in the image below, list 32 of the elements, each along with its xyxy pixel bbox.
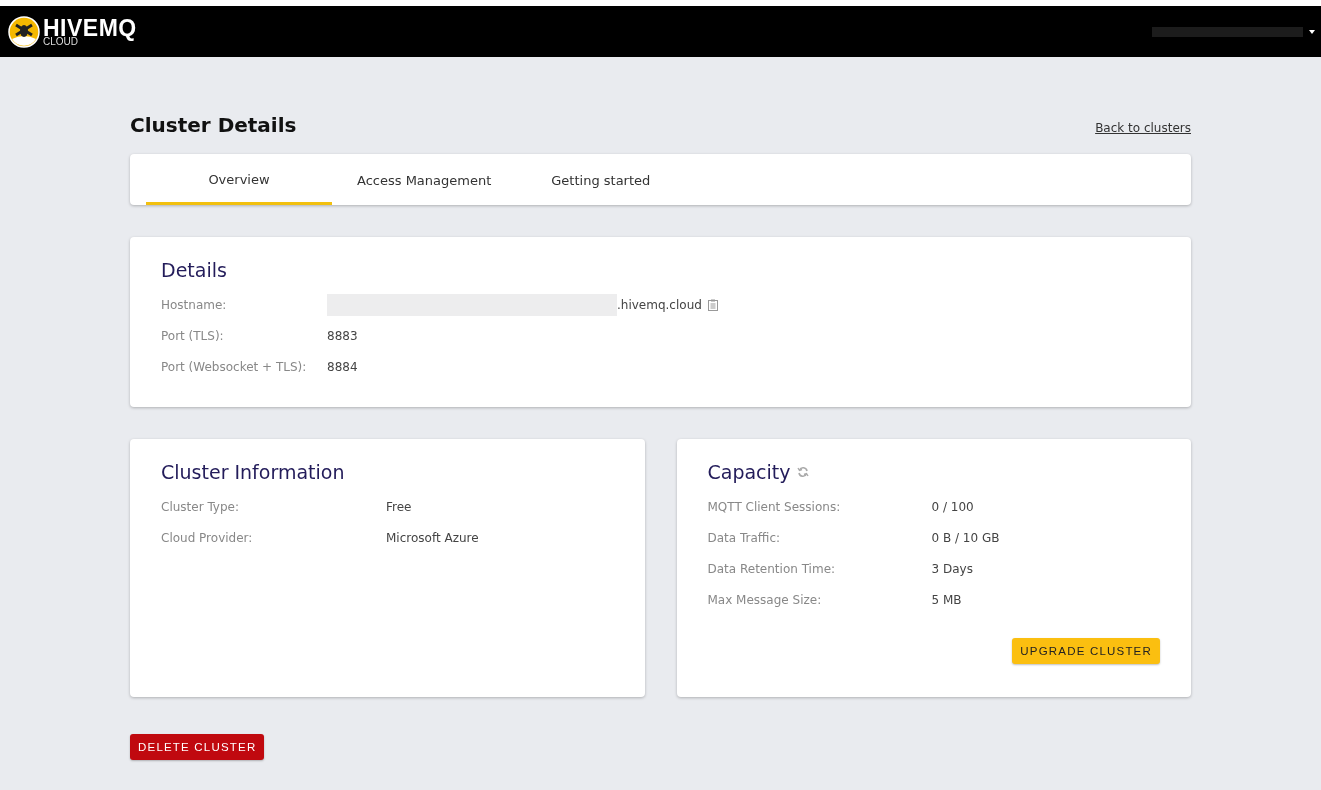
detail-value: 8884	[327, 359, 359, 374]
bee-logo-icon	[8, 15, 40, 48]
tab[interactable]: Access Management	[332, 154, 527, 205]
detail-value: 8883	[327, 328, 359, 343]
page-title: Cluster Details	[130, 113, 297, 137]
info-value: Free	[386, 499, 413, 514]
detail-label: Port (Websocket + TLS):	[161, 359, 308, 374]
capacity-value: 3 Days	[931, 561, 974, 576]
capacity-label: Data Retention Time:	[707, 561, 837, 576]
info-label: Cluster Type:	[161, 499, 240, 514]
capacity-value: 0 / 100	[931, 499, 975, 514]
capacity-value: 5 MB	[931, 592, 963, 607]
card-title: Cluster Information	[161, 461, 346, 483]
detail-label: Hostname:	[161, 297, 228, 312]
card-title: Details	[161, 259, 228, 281]
tab[interactable]: Overview	[146, 154, 332, 205]
delete-cluster-button[interactable]: DELETE CLUSTER	[130, 734, 265, 760]
capacity-label: Data Traffic:	[707, 530, 782, 545]
info-value: Microsoft Azure	[386, 530, 480, 545]
back-link[interactable]: Back to clusters	[1095, 121, 1191, 135]
clipboard-icon[interactable]	[707, 298, 718, 311]
capacity-label: MQTT Client Sessions:	[707, 499, 842, 514]
hostname-suffix: .hivemq.cloud	[617, 297, 702, 312]
upgrade-cluster-button[interactable]: UPGRADE CLUSTER	[1012, 638, 1160, 664]
card-title: Capacity	[707, 461, 791, 483]
tab[interactable]: Getting started	[526, 154, 686, 205]
refresh-icon[interactable]	[796, 466, 809, 478]
capacity-label: Max Message Size:	[707, 592, 823, 607]
caret-icon[interactable]	[1309, 29, 1315, 34]
capacity-value: 0 B / 10 GB	[931, 530, 1001, 545]
detail-label: Port (TLS):	[161, 328, 225, 343]
info-label: Cloud Provider:	[161, 530, 254, 545]
